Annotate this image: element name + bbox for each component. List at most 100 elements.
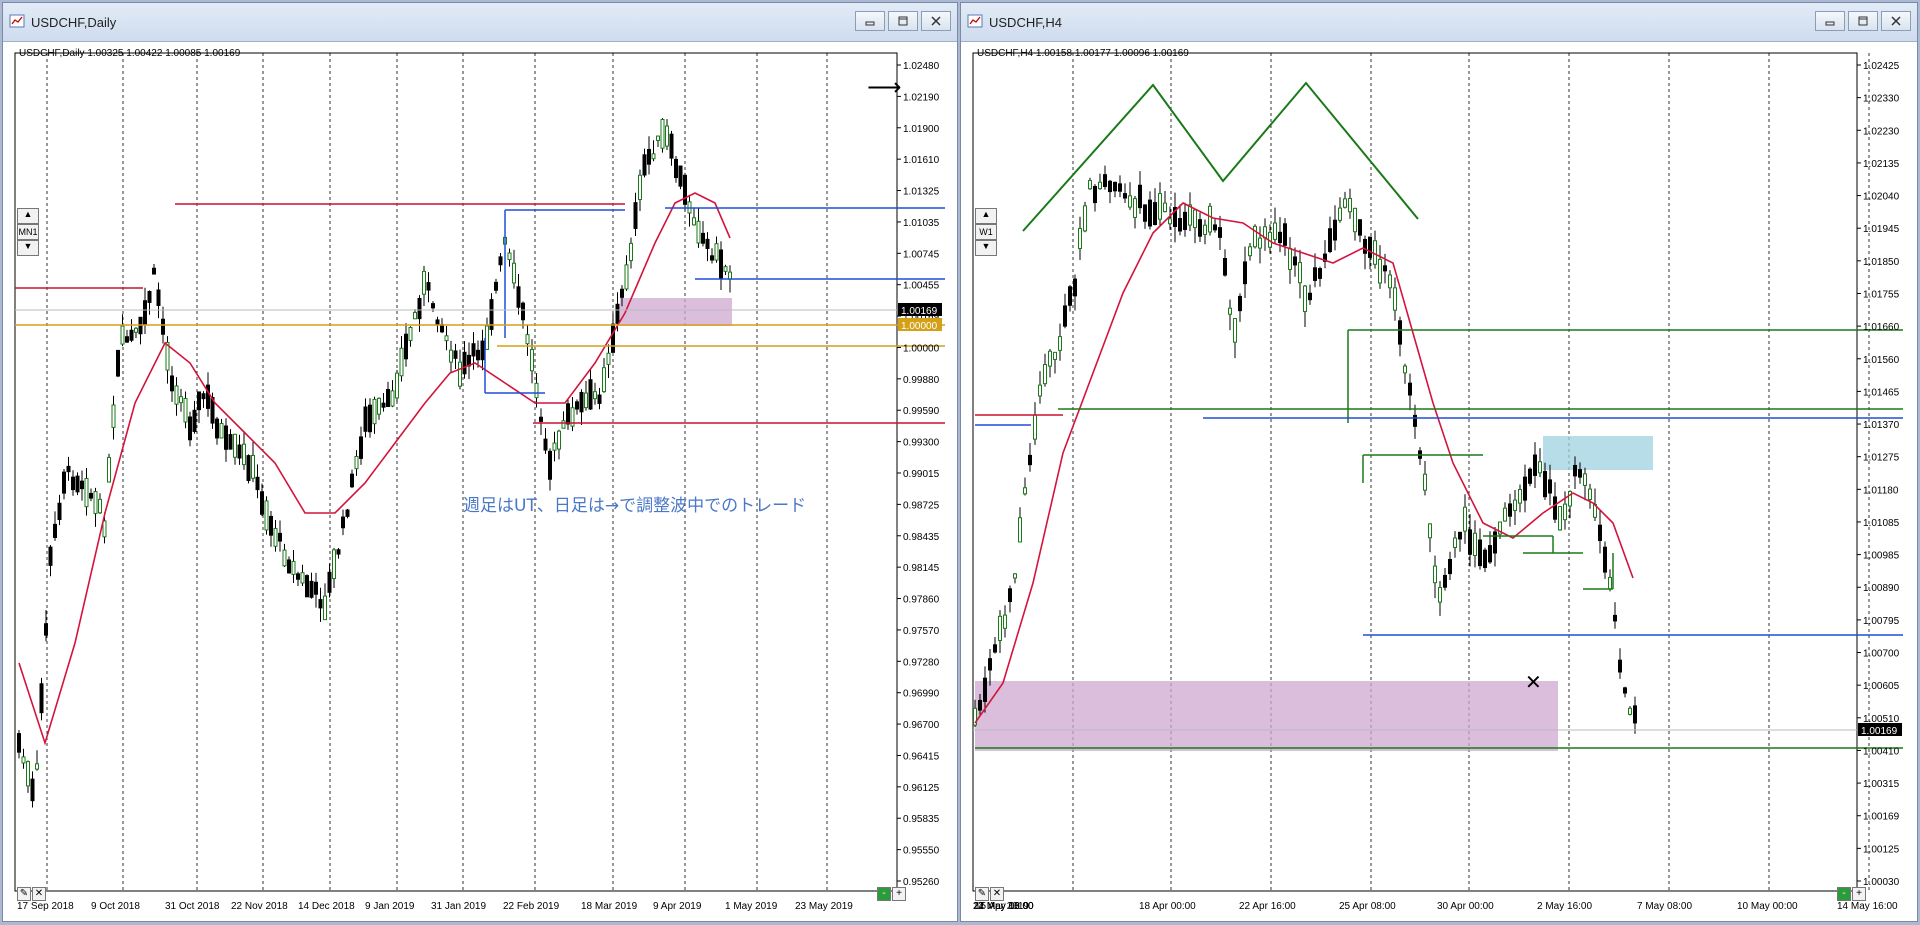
title-bar[interactable]: USDCHF,H4 <box>961 3 1917 42</box>
candle-body <box>1633 705 1637 724</box>
candle-body <box>444 335 449 342</box>
candle-body <box>435 319 440 325</box>
tf-down-button[interactable]: ▼ <box>17 240 39 256</box>
candle-body <box>498 256 503 266</box>
minimize-button[interactable] <box>1815 11 1845 31</box>
candle-body <box>1038 384 1042 397</box>
close-button[interactable] <box>921 11 951 31</box>
chart-window-h4[interactable]: USDCHF,H4 1.02425 1.02330 1.02230 1.02135 1.… <box>960 2 1918 922</box>
price-axis-label: 0.96990 <box>903 689 940 700</box>
candle-body <box>345 509 350 517</box>
candle-body <box>44 623 48 636</box>
price-axis-label: 1.00985 <box>1863 551 1900 562</box>
zoom-in-button[interactable]: + <box>892 887 906 901</box>
price-axis-label: 1.00030 <box>1863 877 1900 888</box>
price-axis-label: 1.02480 <box>903 61 940 72</box>
price-axis-label: 1.01325 <box>903 187 940 198</box>
zone-rectangle[interactable] <box>1543 436 1653 470</box>
candle-body <box>1113 181 1117 192</box>
price-axis-label: 1.00890 <box>1863 583 1900 594</box>
price-axis-label: 1.02135 <box>1863 159 1900 170</box>
price-chart-daily[interactable]: 1.02480 1.02190 1.01900 1.01610 1.01325 1.010… <box>5 43 955 919</box>
date-axis-label: 17 Sep 2018 <box>17 901 74 912</box>
minimize-button[interactable] <box>855 11 885 31</box>
candle-body <box>642 154 647 176</box>
candle-body <box>525 334 530 345</box>
candle-body <box>602 367 606 393</box>
candle-body <box>201 393 206 400</box>
tf-up-button[interactable]: ▲ <box>975 208 997 224</box>
price-axis-label: 1.00455 <box>903 281 940 292</box>
zone-rectangle[interactable] <box>620 298 732 326</box>
zoom-in-button[interactable]: + <box>1852 887 1866 901</box>
date-axis-label: 9 Oct 2018 <box>91 901 140 912</box>
chart-area-h4[interactable]: 1.02425 1.02330 1.02230 1.02135 1.02040 1.019… <box>963 43 1915 919</box>
fix-scale-button[interactable]: ✎ <box>975 887 989 901</box>
candle-body <box>1518 489 1522 504</box>
candle-body <box>1158 193 1162 220</box>
current-price-label: 1.00169 <box>901 306 938 317</box>
price-axis-label: 0.99880 <box>903 375 940 386</box>
candle-body <box>665 125 669 147</box>
annotation-text: 週足はUT、日足は→で調整波中でのトレード <box>463 496 806 516</box>
close-scale-button[interactable]: ✕ <box>32 887 46 901</box>
candle-body <box>1233 318 1237 343</box>
price-chart-h4[interactable]: 1.02425 1.02330 1.02230 1.02135 1.02040 1.019… <box>963 43 1915 919</box>
price-axis-label: 0.99015 <box>903 469 940 480</box>
candle-body <box>723 266 728 272</box>
candle-body <box>647 149 651 165</box>
fix-scale-button[interactable]: ✎ <box>17 887 31 901</box>
close-button[interactable] <box>1881 11 1911 31</box>
candle-body <box>1303 285 1307 313</box>
candle-body <box>134 327 138 333</box>
candle-body <box>1093 185 1097 204</box>
candle-body <box>1338 207 1342 221</box>
candle-body <box>1008 588 1012 603</box>
maximize-button[interactable] <box>888 11 918 31</box>
maximize-button[interactable] <box>1848 11 1878 31</box>
candle-body <box>408 326 413 341</box>
candle-body <box>255 476 260 491</box>
tf-down-button[interactable]: ▼ <box>975 240 997 256</box>
tf-label: W1 <box>975 224 997 240</box>
candle-body <box>521 302 525 321</box>
price-axis-label: 0.95260 <box>903 877 940 888</box>
date-axis-label: 22 Apr 16:00 <box>1239 901 1296 912</box>
current-price-label: 1.00169 <box>1861 726 1898 737</box>
close-scale-button[interactable]: ✕ <box>990 887 1004 901</box>
candle-body <box>197 391 201 411</box>
candle-body <box>1348 198 1352 213</box>
price-axis-label: 1.00700 <box>1863 649 1900 660</box>
level-price-label: 1.00000 <box>901 321 938 332</box>
candle-body <box>296 573 300 580</box>
zone-rectangle[interactable] <box>975 681 1558 751</box>
candle-body <box>237 444 242 459</box>
candle-body <box>66 465 71 473</box>
candle-body <box>336 549 341 555</box>
candle-body <box>714 243 719 261</box>
candle-body <box>1388 274 1392 289</box>
price-axis-label: 0.98435 <box>903 532 940 543</box>
candle-body <box>530 349 534 372</box>
candle-body <box>57 502 62 520</box>
candle-body <box>1073 278 1077 297</box>
chart-area-daily[interactable]: 1.02480 1.02190 1.01900 1.01610 1.01325 1.010… <box>5 43 955 919</box>
tf-up-button[interactable]: ▲ <box>17 208 39 224</box>
zoom-out-button[interactable]: - <box>877 887 891 901</box>
title-bar[interactable]: USDCHF,Daily <box>3 3 957 42</box>
minimize-icon <box>1825 21 1835 26</box>
candle-body <box>1228 307 1232 315</box>
candle-body <box>656 135 660 141</box>
price-axis-label: 1.00125 <box>1863 844 1900 855</box>
candle-body <box>21 756 26 764</box>
candle-body <box>368 404 372 433</box>
candle-body <box>1238 295 1242 312</box>
window-title: USDCHF,H4 <box>989 15 1062 30</box>
candle-body <box>633 202 638 229</box>
candle-body <box>516 286 521 308</box>
chart-window-daily[interactable]: USDCHF,Daily 1.02480 1.02190 1.01900 1.0161… <box>2 2 958 922</box>
candle-body <box>48 546 53 566</box>
zoom-out-button[interactable]: - <box>1837 887 1851 901</box>
candle-body <box>1138 184 1142 209</box>
candle-body <box>84 478 89 508</box>
